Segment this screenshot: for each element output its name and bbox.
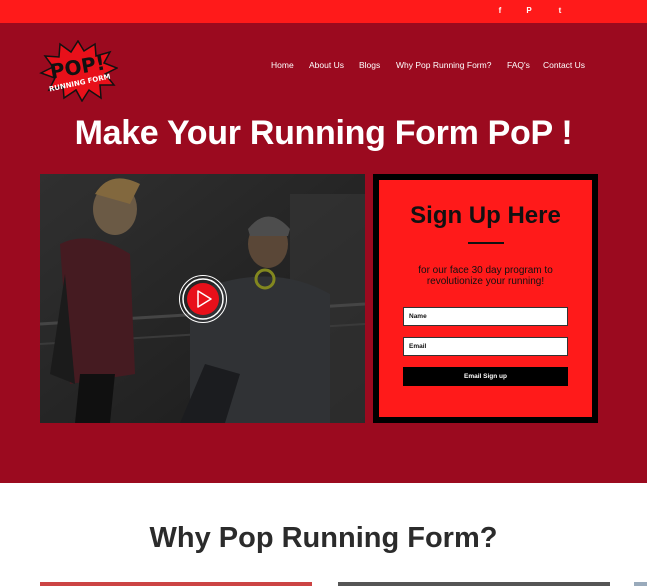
pop-running-form-logo[interactable]: POP! RUNNING FORM — [38, 40, 118, 102]
nav-why-pop-running-form[interactable]: Why Pop Running Form? — [396, 60, 491, 74]
signup-description: for our face 30 day program to revolutio… — [418, 265, 553, 287]
twitter-icon[interactable]: t — [553, 4, 567, 18]
nav-faqs[interactable]: FAQ's — [507, 60, 530, 74]
feature-image-1 — [40, 582, 312, 586]
nav-blogs[interactable]: Blogs — [359, 60, 380, 74]
nav-about-us[interactable]: About Us — [309, 60, 344, 74]
name-field[interactable] — [403, 307, 568, 326]
pinterest-icon[interactable]: P — [522, 4, 536, 18]
section-title: Why Pop Running Form? — [149, 522, 498, 554]
nav-contact-us[interactable]: Contact Us — [543, 60, 585, 74]
top-bar: f P t — [0, 0, 647, 23]
email-field[interactable] — [403, 337, 568, 356]
feature-image-2 — [338, 582, 610, 586]
play-button[interactable] — [178, 274, 228, 324]
hero-headline: Make Your Running Form PoP ! — [74, 114, 573, 152]
signup-divider — [468, 242, 504, 244]
email-signup-button[interactable]: Email Sign up — [403, 367, 568, 386]
signup-title: Sign Up Here — [410, 202, 561, 229]
facebook-icon[interactable]: f — [493, 4, 507, 18]
feature-image-3 — [634, 582, 647, 586]
nav-home[interactable]: Home — [271, 60, 294, 74]
